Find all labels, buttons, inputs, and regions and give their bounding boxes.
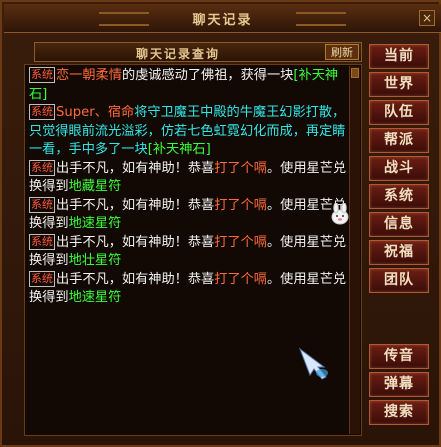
channel-button[interactable]: 帮派 [369, 128, 429, 153]
message-segment: 的虔诚感动了佛祖，获得一块 [121, 68, 294, 83]
system-channel-tag[interactable]: 系统 [29, 159, 55, 176]
chat-log-window: 聊天记录 × 聊天记录查询 刷新 系统 恋一朝柔情的虔诚感动了佛祖，获得一块[补天… [0, 0, 441, 447]
scrollbar-thumb[interactable] [351, 68, 359, 78]
chat-message: 系统 出手不凡，如有神助！恭喜打了个嗝。使用星芒兑换得到地壮星符 [29, 233, 347, 271]
window-titlebar[interactable]: 聊天记录 × [4, 4, 441, 33]
message-segment: 出手不凡，如有神助！恭喜 [56, 271, 215, 287]
system-channel-tag[interactable]: 系统 [29, 233, 55, 250]
tool-button[interactable]: 弹幕 [369, 372, 429, 397]
refresh-button[interactable]: 刷新 [325, 44, 359, 60]
channel-button-column: 当前世界队伍帮派战斗系统信息祝福团队 [369, 44, 429, 296]
message-segment[interactable]: 地速星符 [69, 216, 122, 231]
chat-message: 系统 Super、宿命将守卫魔王中殿的牛魔王幻影打散，只觉得眼前流光溢彩，仿若七色… [29, 104, 347, 160]
system-channel-tag[interactable]: 系统 [29, 270, 55, 287]
chat-message: 系统 恋一朝柔情的虔诚感动了佛祖，获得一块[补天神石] [29, 67, 347, 104]
chat-scrollbar[interactable] [349, 66, 360, 434]
message-segment[interactable]: Super、宿命 [56, 105, 134, 120]
rabbit-emoticon-icon [331, 203, 349, 225]
channel-button[interactable]: 当前 [369, 44, 429, 69]
chat-message: 系统 出手不凡，如有神助！恭喜打了个嗝。使用星芒兑换得到地藏星符 [29, 159, 347, 197]
chat-message-list: 系统 恋一朝柔情的虔诚感动了佛祖，获得一块[补天神石] 系统 Super、宿命将守卫魔… [29, 67, 347, 308]
mouse-cursor-icon [298, 347, 328, 380]
message-segment: 出手不凡，如有神助！恭喜 [56, 197, 215, 213]
close-icon[interactable]: × [419, 10, 435, 26]
window-title: 聊天记录 [192, 13, 253, 28]
channel-button[interactable]: 祝福 [369, 240, 429, 265]
system-channel-tag[interactable]: 系统 [29, 196, 55, 213]
log-panel-title: 聊天记录查询 [135, 47, 220, 61]
tool-button[interactable]: 搜索 [369, 400, 429, 425]
title-ornament-right [296, 12, 346, 26]
tool-button[interactable]: 传音 [369, 344, 429, 369]
tool-button-column: 传音 弹幕 搜索 [369, 344, 429, 428]
message-segment[interactable]: 地藏星符 [69, 179, 122, 194]
message-segment: 出手不凡，如有神助！恭喜 [56, 234, 215, 250]
message-segment[interactable]: [补天神石] [148, 142, 211, 157]
message-segment[interactable]: 打了个嗝 [214, 272, 267, 287]
message-segment[interactable]: 打了个嗝 [214, 235, 267, 250]
channel-button[interactable]: 信息 [369, 212, 429, 237]
message-segment[interactable]: 打了个嗝 [214, 198, 267, 213]
channel-button[interactable]: 系统 [369, 184, 429, 209]
message-segment[interactable]: 地壮星符 [69, 253, 122, 268]
message-segment: 出手不凡，如有神助！恭喜 [56, 160, 215, 176]
channel-button[interactable]: 世界 [369, 72, 429, 97]
message-segment[interactable]: 打了个嗝 [214, 161, 267, 176]
channel-button[interactable]: 团队 [369, 268, 429, 293]
channel-button[interactable]: 队伍 [369, 100, 429, 125]
system-channel-tag[interactable]: 系统 [29, 67, 55, 83]
system-channel-tag[interactable]: 系统 [29, 104, 55, 120]
channel-button[interactable]: 战斗 [369, 156, 429, 181]
chat-message: 系统 出手不凡，如有神助！恭喜打了个嗝。使用星芒兑换得到地速星符 [29, 270, 347, 308]
message-segment[interactable]: 恋一朝柔情 [56, 68, 122, 83]
log-panel-header: 聊天记录查询 刷新 [34, 42, 362, 62]
chat-message: 系统 出手不凡，如有神助！恭喜打了个嗝。使用星芒兑换得到地速星符 [29, 196, 347, 234]
message-segment[interactable]: 地速星符 [69, 290, 122, 305]
